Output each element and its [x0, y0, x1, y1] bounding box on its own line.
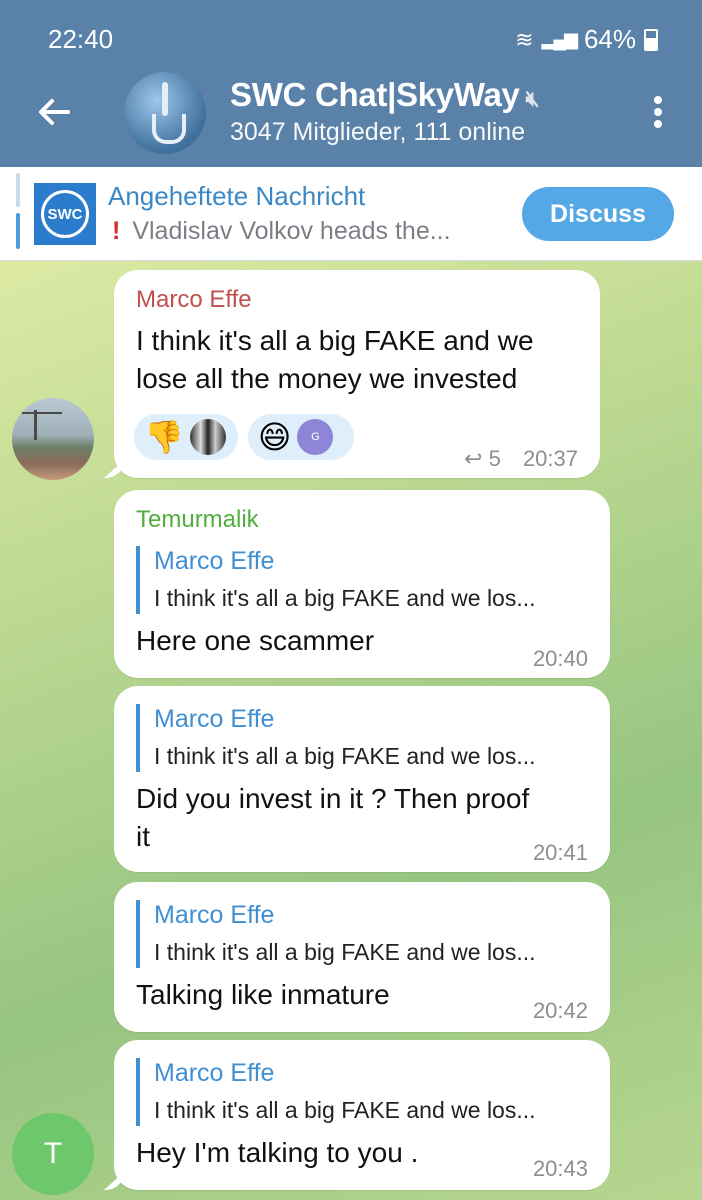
message-bubble[interactable]: Temurmalik Marco Effe I think it's all a… — [114, 490, 610, 678]
message-time: 20:37 — [522, 446, 578, 471]
quote-sender: Marco Effe — [154, 705, 275, 733]
message-time: 20:40 — [532, 646, 588, 671]
reactor-avatar: G — [297, 419, 334, 455]
user-avatar-letter[interactable]: T — [12, 1113, 94, 1195]
status-icons: ≋ ▂▄▆ 64% — [515, 24, 658, 55]
message-sender: Temurmalik — [136, 506, 259, 533]
discuss-button[interactable]: Discuss — [522, 187, 674, 241]
reply-quote[interactable]: Marco Effe I think it's all a big FAKE a… — [136, 546, 536, 614]
pinned-preview-text: Vladislav Volkov heads the... — [132, 217, 451, 245]
swc-logo: SWC — [34, 183, 96, 245]
status-time: 22:40 — [48, 24, 114, 54]
pinned-preview: ! Vladislav Volkov heads the... — [112, 217, 451, 246]
message-time: 20:43 — [532, 1156, 588, 1181]
mute-icon: 🔇︎ — [525, 86, 540, 111]
more-vertical-icon — [654, 96, 662, 104]
message-bubble[interactable]: Marco Effe I think it's all a big FAKE a… — [114, 882, 610, 1032]
grin-icon: 😄 — [258, 419, 292, 455]
message-text: Talking like inmature — [136, 979, 390, 1010]
pinned-title: Angeheftete Nachricht — [108, 181, 366, 211]
message-sender: Marco Effe — [136, 286, 252, 313]
wifi-icon: ≋ — [515, 26, 534, 52]
chat-title[interactable]: SWC Chat|SkyWay 🔇︎ — [230, 76, 539, 114]
quote-sender: Marco Effe — [154, 901, 275, 929]
quote-text: I think it's all a big FAKE and we los..… — [154, 585, 536, 611]
reply-count[interactable]: ↩ 5 — [464, 446, 501, 472]
reply-quote[interactable]: Marco Effe I think it's all a big FAKE a… — [136, 704, 536, 772]
reactor-avatar — [189, 419, 226, 455]
group-avatar[interactable] — [124, 72, 206, 154]
message-text: I think it's all a big FAKE and we lose … — [136, 325, 534, 394]
user-avatar[interactable] — [12, 398, 94, 480]
pin-indicator — [16, 213, 20, 249]
exclamation-icon: ! — [112, 217, 121, 245]
reaction-grin[interactable]: 😄 G — [248, 414, 354, 460]
reply-icon: ↩ — [464, 446, 483, 471]
message-bubble[interactable]: Marco Effe I think it's all a big FAKE a… — [114, 1040, 610, 1190]
reply-quote[interactable]: Marco Effe I think it's all a big FAKE a… — [136, 900, 536, 968]
reaction-thumbs-down[interactable]: 👎 — [134, 414, 238, 460]
message-text: Here one scammer — [136, 625, 375, 656]
more-menu-button[interactable] — [650, 96, 666, 132]
pin-indicator-top — [16, 173, 20, 207]
chat-member-count: 3047 Mitglieder, 111 online — [230, 118, 526, 146]
message-text: Hey I'm talking to you . — [136, 1137, 419, 1168]
message-time: 20:42 — [532, 998, 588, 1023]
thumbs-down-icon: 👎 — [144, 419, 184, 455]
quote-sender: Marco Effe — [154, 547, 275, 575]
signal-icon: ▂▄▆ — [541, 29, 578, 49]
quote-text: I think it's all a big FAKE and we los..… — [154, 1097, 536, 1123]
quote-sender: Marco Effe — [154, 1059, 275, 1087]
chat-header: 22:40 ≋ ▂▄▆ 64% SWC Chat|SkyWay 🔇︎ 3047 M… — [0, 0, 702, 167]
battery-level: 64% — [583, 24, 636, 54]
arrow-left-icon — [39, 99, 70, 125]
message-time: 20:41 — [532, 840, 588, 865]
reply-quote[interactable]: Marco Effe I think it's all a big FAKE a… — [136, 1058, 536, 1126]
message-bubble[interactable]: Marco Effe I think it's all a big FAKE a… — [114, 686, 610, 872]
battery-icon — [644, 28, 658, 51]
back-button[interactable] — [34, 92, 74, 132]
message-text: Did you invest in it ? Then proof it — [136, 783, 530, 852]
chat-title-text: SWC Chat|SkyWay — [230, 76, 520, 113]
message-bubble[interactable]: Marco Effe I think it's all a big FAKE a… — [114, 270, 600, 478]
quote-text: I think it's all a big FAKE and we los..… — [154, 939, 536, 965]
quote-text: I think it's all a big FAKE and we los..… — [154, 743, 536, 769]
